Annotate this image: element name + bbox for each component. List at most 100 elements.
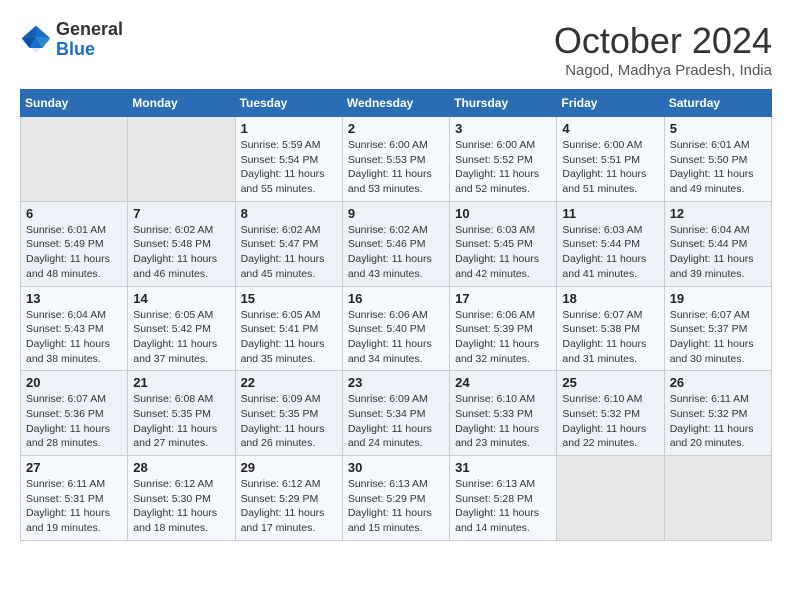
cell-info: Sunrise: 6:01 AM Sunset: 5:49 PM Dayligh… xyxy=(26,223,122,282)
cell-info: Sunrise: 6:10 AM Sunset: 5:32 PM Dayligh… xyxy=(562,392,658,451)
cell-info: Sunrise: 6:03 AM Sunset: 5:45 PM Dayligh… xyxy=(455,223,551,282)
cell-info: Sunrise: 6:05 AM Sunset: 5:42 PM Dayligh… xyxy=(133,308,229,367)
day-number: 4 xyxy=(562,121,658,136)
day-number: 6 xyxy=(26,206,122,221)
cell-info: Sunrise: 6:13 AM Sunset: 5:29 PM Dayligh… xyxy=(348,477,444,536)
calendar-cell: 28 Sunrise: 6:12 AM Sunset: 5:30 PM Dayli… xyxy=(128,456,235,541)
cell-info: Sunrise: 6:02 AM Sunset: 5:48 PM Dayligh… xyxy=(133,223,229,282)
cell-info: Sunrise: 6:00 AM Sunset: 5:53 PM Dayligh… xyxy=(348,138,444,197)
day-number: 28 xyxy=(133,460,229,475)
cell-info: Sunrise: 6:10 AM Sunset: 5:33 PM Dayligh… xyxy=(455,392,551,451)
logo: General Blue xyxy=(20,20,123,60)
calendar-header-row: SundayMondayTuesdayWednesdayThursdayFrid… xyxy=(21,90,772,117)
calendar-week-3: 13 Sunrise: 6:04 AM Sunset: 5:43 PM Dayli… xyxy=(21,286,772,371)
day-header-thursday: Thursday xyxy=(450,90,557,117)
day-number: 5 xyxy=(670,121,766,136)
day-number: 14 xyxy=(133,291,229,306)
calendar-cell: 7Sunrise: 6:02 AM Sunset: 5:48 PM Daylig… xyxy=(128,201,235,286)
day-number: 19 xyxy=(670,291,766,306)
title-area: October 2024 Nagod, Madhya Pradesh, Indi… xyxy=(554,20,772,79)
calendar-cell: 26Sunrise: 6:11 AM Sunset: 5:32 PM Dayli… xyxy=(664,371,771,456)
cell-info: Sunrise: 6:00 AM Sunset: 5:51 PM Dayligh… xyxy=(562,138,658,197)
day-number: 13 xyxy=(26,291,122,306)
calendar-cell xyxy=(664,456,771,541)
day-header-wednesday: Wednesday xyxy=(342,90,449,117)
cell-info: Sunrise: 6:07 AM Sunset: 5:37 PM Dayligh… xyxy=(670,308,766,367)
calendar-cell: 1 Sunrise: 5:59 AM Sunset: 5:54 PM Daylig… xyxy=(235,117,342,202)
calendar-cell: 5Sunrise: 6:01 AM Sunset: 5:50 PM Daylig… xyxy=(664,117,771,202)
day-header-monday: Monday xyxy=(128,90,235,117)
calendar-cell: 11 Sunrise: 6:03 AM Sunset: 5:44 PM Dayli… xyxy=(557,201,664,286)
calendar-cell: 15 Sunrise: 6:05 AM Sunset: 5:41 PM Dayli… xyxy=(235,286,342,371)
day-number: 29 xyxy=(241,460,337,475)
calendar-cell: 24 Sunrise: 6:10 AM Sunset: 5:33 PM Dayli… xyxy=(450,371,557,456)
calendar-cell: 23 Sunrise: 6:09 AM Sunset: 5:34 PM Dayli… xyxy=(342,371,449,456)
calendar-week-2: 6 Sunrise: 6:01 AM Sunset: 5:49 PM Daylig… xyxy=(21,201,772,286)
calendar-cell: 19 Sunrise: 6:07 AM Sunset: 5:37 PM Dayli… xyxy=(664,286,771,371)
calendar-cell: 21Sunrise: 6:08 AM Sunset: 5:35 PM Dayli… xyxy=(128,371,235,456)
calendar-cell xyxy=(21,117,128,202)
calendar-cell: 2Sunrise: 6:00 AM Sunset: 5:53 PM Daylig… xyxy=(342,117,449,202)
cell-info: Sunrise: 6:09 AM Sunset: 5:35 PM Dayligh… xyxy=(241,392,337,451)
day-header-friday: Friday xyxy=(557,90,664,117)
day-number: 22 xyxy=(241,375,337,390)
cell-info: Sunrise: 6:12 AM Sunset: 5:29 PM Dayligh… xyxy=(241,477,337,536)
day-number: 25 xyxy=(562,375,658,390)
cell-info: Sunrise: 6:02 AM Sunset: 5:47 PM Dayligh… xyxy=(241,223,337,282)
calendar-cell: 8 Sunrise: 6:02 AM Sunset: 5:47 PM Daylig… xyxy=(235,201,342,286)
calendar-cell: 14 Sunrise: 6:05 AM Sunset: 5:42 PM Dayli… xyxy=(128,286,235,371)
calendar-cell: 30Sunrise: 6:13 AM Sunset: 5:29 PM Dayli… xyxy=(342,456,449,541)
day-number: 18 xyxy=(562,291,658,306)
day-number: 8 xyxy=(241,206,337,221)
calendar-cell: 20 Sunrise: 6:07 AM Sunset: 5:36 PM Dayli… xyxy=(21,371,128,456)
calendar-cell: 16Sunrise: 6:06 AM Sunset: 5:40 PM Dayli… xyxy=(342,286,449,371)
day-number: 11 xyxy=(562,206,658,221)
month-title: October 2024 xyxy=(554,20,772,62)
day-number: 17 xyxy=(455,291,551,306)
day-header-saturday: Saturday xyxy=(664,90,771,117)
calendar-week-4: 20 Sunrise: 6:07 AM Sunset: 5:36 PM Dayli… xyxy=(21,371,772,456)
day-number: 10 xyxy=(455,206,551,221)
day-number: 27 xyxy=(26,460,122,475)
cell-info: Sunrise: 6:03 AM Sunset: 5:44 PM Dayligh… xyxy=(562,223,658,282)
logo-text: General Blue xyxy=(56,20,123,60)
calendar-cell: 18Sunrise: 6:07 AM Sunset: 5:38 PM Dayli… xyxy=(557,286,664,371)
cell-info: Sunrise: 6:04 AM Sunset: 5:43 PM Dayligh… xyxy=(26,308,122,367)
calendar-cell: 29 Sunrise: 6:12 AM Sunset: 5:29 PM Dayli… xyxy=(235,456,342,541)
calendar-cell: 22 Sunrise: 6:09 AM Sunset: 5:35 PM Dayli… xyxy=(235,371,342,456)
calendar-cell: 4 Sunrise: 6:00 AM Sunset: 5:51 PM Daylig… xyxy=(557,117,664,202)
day-number: 15 xyxy=(241,291,337,306)
day-number: 12 xyxy=(670,206,766,221)
cell-info: Sunrise: 6:00 AM Sunset: 5:52 PM Dayligh… xyxy=(455,138,551,197)
cell-info: Sunrise: 6:11 AM Sunset: 5:31 PM Dayligh… xyxy=(26,477,122,536)
day-number: 20 xyxy=(26,375,122,390)
location: Nagod, Madhya Pradesh, India xyxy=(554,62,772,79)
cell-info: Sunrise: 6:05 AM Sunset: 5:41 PM Dayligh… xyxy=(241,308,337,367)
calendar-cell: 31Sunrise: 6:13 AM Sunset: 5:28 PM Dayli… xyxy=(450,456,557,541)
day-number: 23 xyxy=(348,375,444,390)
calendar-week-1: 1 Sunrise: 5:59 AM Sunset: 5:54 PM Daylig… xyxy=(21,117,772,202)
calendar-cell xyxy=(557,456,664,541)
calendar-cell: 25 Sunrise: 6:10 AM Sunset: 5:32 PM Dayli… xyxy=(557,371,664,456)
cell-info: Sunrise: 6:08 AM Sunset: 5:35 PM Dayligh… xyxy=(133,392,229,451)
day-number: 1 xyxy=(241,121,337,136)
calendar-cell: 27 Sunrise: 6:11 AM Sunset: 5:31 PM Dayli… xyxy=(21,456,128,541)
calendar-cell: 17 Sunrise: 6:06 AM Sunset: 5:39 PM Dayli… xyxy=(450,286,557,371)
cell-info: Sunrise: 6:09 AM Sunset: 5:34 PM Dayligh… xyxy=(348,392,444,451)
calendar-cell: 12 Sunrise: 6:04 AM Sunset: 5:44 PM Dayli… xyxy=(664,201,771,286)
calendar-cell xyxy=(128,117,235,202)
page-header: General Blue October 2024 Nagod, Madhya … xyxy=(20,20,772,79)
cell-info: Sunrise: 6:12 AM Sunset: 5:30 PM Dayligh… xyxy=(133,477,229,536)
calendar-cell: 13 Sunrise: 6:04 AM Sunset: 5:43 PM Dayli… xyxy=(21,286,128,371)
cell-info: Sunrise: 6:04 AM Sunset: 5:44 PM Dayligh… xyxy=(670,223,766,282)
cell-info: Sunrise: 6:06 AM Sunset: 5:39 PM Dayligh… xyxy=(455,308,551,367)
day-number: 24 xyxy=(455,375,551,390)
logo-icon xyxy=(20,24,52,56)
cell-info: Sunrise: 5:59 AM Sunset: 5:54 PM Dayligh… xyxy=(241,138,337,197)
cell-info: Sunrise: 6:02 AM Sunset: 5:46 PM Dayligh… xyxy=(348,223,444,282)
cell-info: Sunrise: 6:11 AM Sunset: 5:32 PM Dayligh… xyxy=(670,392,766,451)
calendar-week-5: 27 Sunrise: 6:11 AM Sunset: 5:31 PM Dayli… xyxy=(21,456,772,541)
cell-info: Sunrise: 6:13 AM Sunset: 5:28 PM Dayligh… xyxy=(455,477,551,536)
cell-info: Sunrise: 6:07 AM Sunset: 5:36 PM Dayligh… xyxy=(26,392,122,451)
day-header-sunday: Sunday xyxy=(21,90,128,117)
